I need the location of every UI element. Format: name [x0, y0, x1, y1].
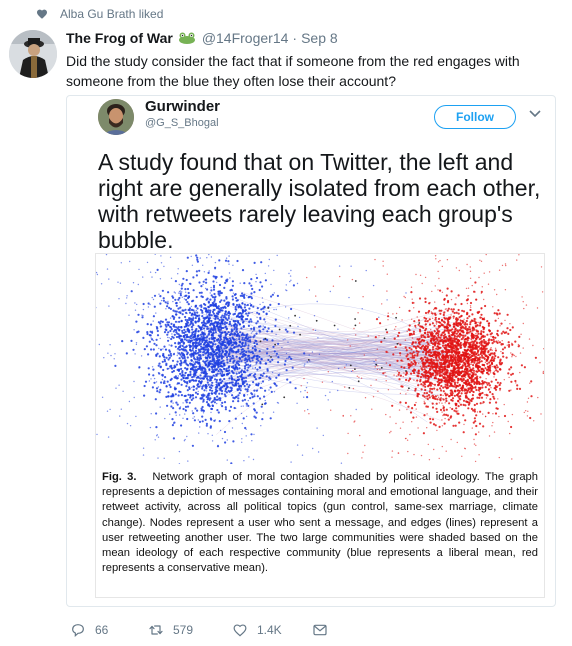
quoted-tweet[interactable]: Gurwinder @G_S_Bhogal Follow A study fou…	[66, 95, 556, 607]
figure-label: Fig. 3.	[102, 471, 137, 483]
like-button[interactable]: 1.4K	[232, 622, 312, 638]
heart-icon	[37, 9, 47, 19]
avatar[interactable]	[9, 30, 57, 78]
social-context: Alba Gu Brath liked	[36, 6, 163, 22]
envelope-icon	[313, 624, 327, 636]
tweet-actions: 66 579 1.4K	[70, 619, 328, 641]
separator: ·	[292, 30, 298, 46]
handle[interactable]: @14Froger14	[202, 30, 289, 46]
quoted-display-name[interactable]: Gurwinder	[145, 98, 220, 115]
tweet-header: The Frog of War @14Froger14 · Sep 8	[66, 29, 338, 47]
like-icon	[233, 624, 247, 637]
tweet-image[interactable]: Fig. 3. Network graph of moral contagion…	[95, 253, 545, 598]
quoted-tweet-text: A study found that on Twitter, the left …	[98, 149, 541, 253]
like-count: 1.4K	[257, 623, 282, 637]
direct-message-button[interactable]	[312, 622, 328, 638]
chevron-down-icon[interactable]	[529, 110, 541, 118]
social-context-text: Alba Gu Brath liked	[60, 7, 164, 21]
reply-count: 66	[95, 623, 109, 637]
network-graph-image	[96, 254, 544, 464]
reply-button[interactable]: 66	[70, 622, 148, 638]
frog-emoji	[178, 32, 195, 44]
tweet-text: Did the study consider the fact that if …	[66, 53, 520, 89]
retweet-count: 579	[173, 623, 194, 637]
avatar-image	[9, 30, 57, 78]
display-name[interactable]: The Frog of War	[66, 30, 173, 46]
figure-caption: Fig. 3. Network graph of moral contagion…	[102, 470, 538, 576]
figure-caption-text: Network graph of moral contagion shaded …	[102, 471, 538, 575]
retweet-button[interactable]: 579	[148, 622, 232, 638]
reply-icon	[72, 624, 84, 637]
retweet-icon	[149, 625, 163, 635]
follow-button[interactable]: Follow	[434, 105, 516, 129]
timestamp[interactable]: Sep 8	[301, 30, 338, 46]
quoted-avatar[interactable]	[98, 99, 134, 135]
quoted-handle[interactable]: @G_S_Bhogal	[145, 117, 219, 129]
quoted-avatar-image	[98, 99, 134, 135]
